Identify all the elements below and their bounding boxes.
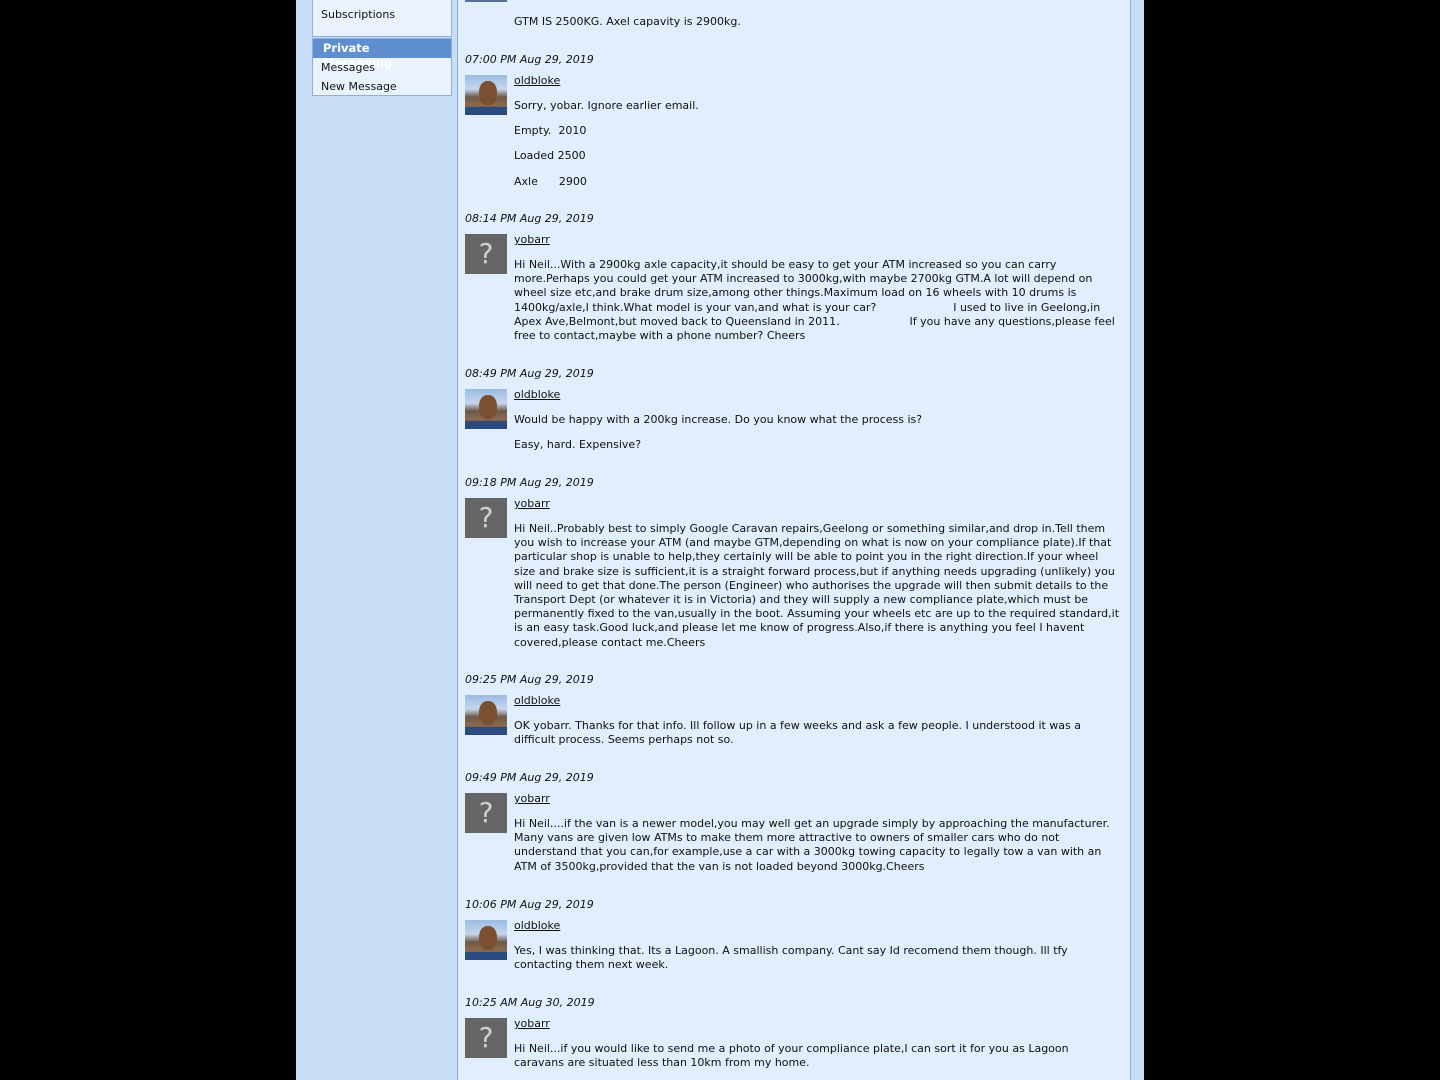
- message-item: 09:49 PM Aug 29, 2019 ? yobarr Hi Neil..…: [465, 771, 1121, 873]
- message-thread: GTM IS 2500KG. Axel capavity is 2900kg. …: [457, 0, 1131, 1080]
- message-item: 10:25 AM Aug 30, 2019 ? yobarr Hi Neil..…: [465, 996, 1121, 1069]
- private-messaging-header: Private Messaging: [313, 39, 451, 70]
- username-link[interactable]: oldbloke: [514, 694, 560, 707]
- message-body: Would be happy with a 200kg increase. Do…: [514, 413, 1122, 463]
- default-avatar-icon[interactable]: ?: [465, 498, 507, 538]
- message-body: OK yobarr. Thanks for that info. Ill fol…: [514, 719, 1122, 758]
- message-body: Hi Neil....if the van is a newer model,y…: [514, 817, 1122, 885]
- username-link[interactable]: oldbloke: [514, 388, 560, 401]
- message-body: Hi Neil...if you would like to send me a…: [514, 1042, 1122, 1080]
- message-item: 10:06 PM Aug 29, 2019 oldbloke Yes, I wa…: [465, 898, 1121, 971]
- subscriptions-menu: Subscriptions: [312, 0, 452, 37]
- message-text: Empty. 2010: [514, 124, 587, 138]
- message-body: Sorry, yobar. Ignore earlier email. Empt…: [514, 99, 1122, 200]
- message-body: Yes, I was thinking that. Its a Lagoon. …: [514, 944, 1122, 983]
- user-avatar[interactable]: [465, 920, 507, 960]
- message-text: GTM IS 2500KG. Axel capavity is 2900kg.: [514, 15, 741, 28]
- message-text: Axle 2900: [514, 174, 587, 188]
- message-item: 08:49 PM Aug 29, 2019 oldbloke Would be …: [465, 367, 1121, 451]
- message-timestamp: 09:18 PM Aug 29, 2019: [465, 476, 594, 489]
- message-text: Hi Neil...With a 2900kg axle capacity,it…: [514, 258, 1119, 343]
- partial-avatar: [465, 0, 507, 2]
- username-link[interactable]: yobarr: [514, 1017, 550, 1030]
- message-text: Would be happy with a 200kg increase. Do…: [514, 413, 923, 426]
- message-text: Hi Neil..Probably best to simply Google …: [514, 522, 1120, 649]
- message-text: Yes, I was thinking that. Its a Lagoon. …: [514, 944, 1068, 972]
- username-link[interactable]: oldbloke: [514, 919, 560, 932]
- subscriptions-link[interactable]: Subscriptions: [313, 5, 451, 24]
- message-timestamp: 08:49 PM Aug 29, 2019: [465, 367, 594, 380]
- message-body: Hi Neil...With a 2900kg axle capacity,it…: [514, 258, 1122, 354]
- default-avatar-icon[interactable]: ?: [465, 793, 507, 833]
- username-link[interactable]: oldbloke: [514, 74, 560, 87]
- message-item: 08:14 PM Aug 29, 2019 ? yobarr Hi Neil..…: [465, 212, 1121, 342]
- message-item: 09:18 PM Aug 29, 2019 ? yobarr Hi Neil..…: [465, 476, 1121, 649]
- message-text: Sorry, yobar. Ignore earlier email.: [514, 99, 699, 112]
- default-avatar-icon[interactable]: ?: [465, 1018, 507, 1058]
- username-link[interactable]: yobarr: [514, 233, 550, 246]
- private-messaging-menu: Private Messaging Messages New Message: [312, 38, 452, 96]
- message-item: 09:25 PM Aug 29, 2019 oldbloke OK yobarr…: [465, 673, 1121, 746]
- message-timestamp: 09:49 PM Aug 29, 2019: [465, 771, 594, 784]
- user-avatar[interactable]: [465, 75, 507, 115]
- forum-page: Subscriptions Private Messaging Messages…: [296, 0, 1144, 1080]
- message-body: Hi Neil..Probably best to simply Google …: [514, 522, 1122, 661]
- message-timestamp: 10:25 AM Aug 30, 2019: [465, 996, 595, 1009]
- user-avatar[interactable]: [465, 389, 507, 429]
- user-avatar[interactable]: [465, 695, 507, 735]
- message-text: Loaded 2500: [514, 149, 586, 163]
- username-link[interactable]: yobarr: [514, 497, 550, 510]
- username-link[interactable]: yobarr: [514, 792, 550, 805]
- message-timestamp: 10:06 PM Aug 29, 2019: [465, 898, 594, 911]
- message-text: Hi Neil....if the van is a newer model,y…: [514, 817, 1110, 873]
- new-message-link[interactable]: New Message: [313, 77, 451, 96]
- message-item: 07:00 PM Aug 29, 2019 oldbloke Sorry, yo…: [465, 53, 1121, 188]
- message-text: Easy, hard. Expensive?: [514, 438, 642, 452]
- message-timestamp: 09:25 PM Aug 29, 2019: [465, 673, 594, 686]
- message-timestamp: 07:00 PM Aug 29, 2019: [465, 53, 594, 66]
- default-avatar-icon[interactable]: ?: [465, 234, 507, 274]
- message-text: Hi Neil...if you would like to send me a…: [514, 1042, 1069, 1070]
- message-body: GTM IS 2500KG. Axel capavity is 2900kg.: [514, 15, 741, 28]
- message-text: OK yobarr. Thanks for that info. Ill fol…: [514, 719, 1082, 747]
- message-timestamp: 08:14 PM Aug 29, 2019: [465, 212, 594, 225]
